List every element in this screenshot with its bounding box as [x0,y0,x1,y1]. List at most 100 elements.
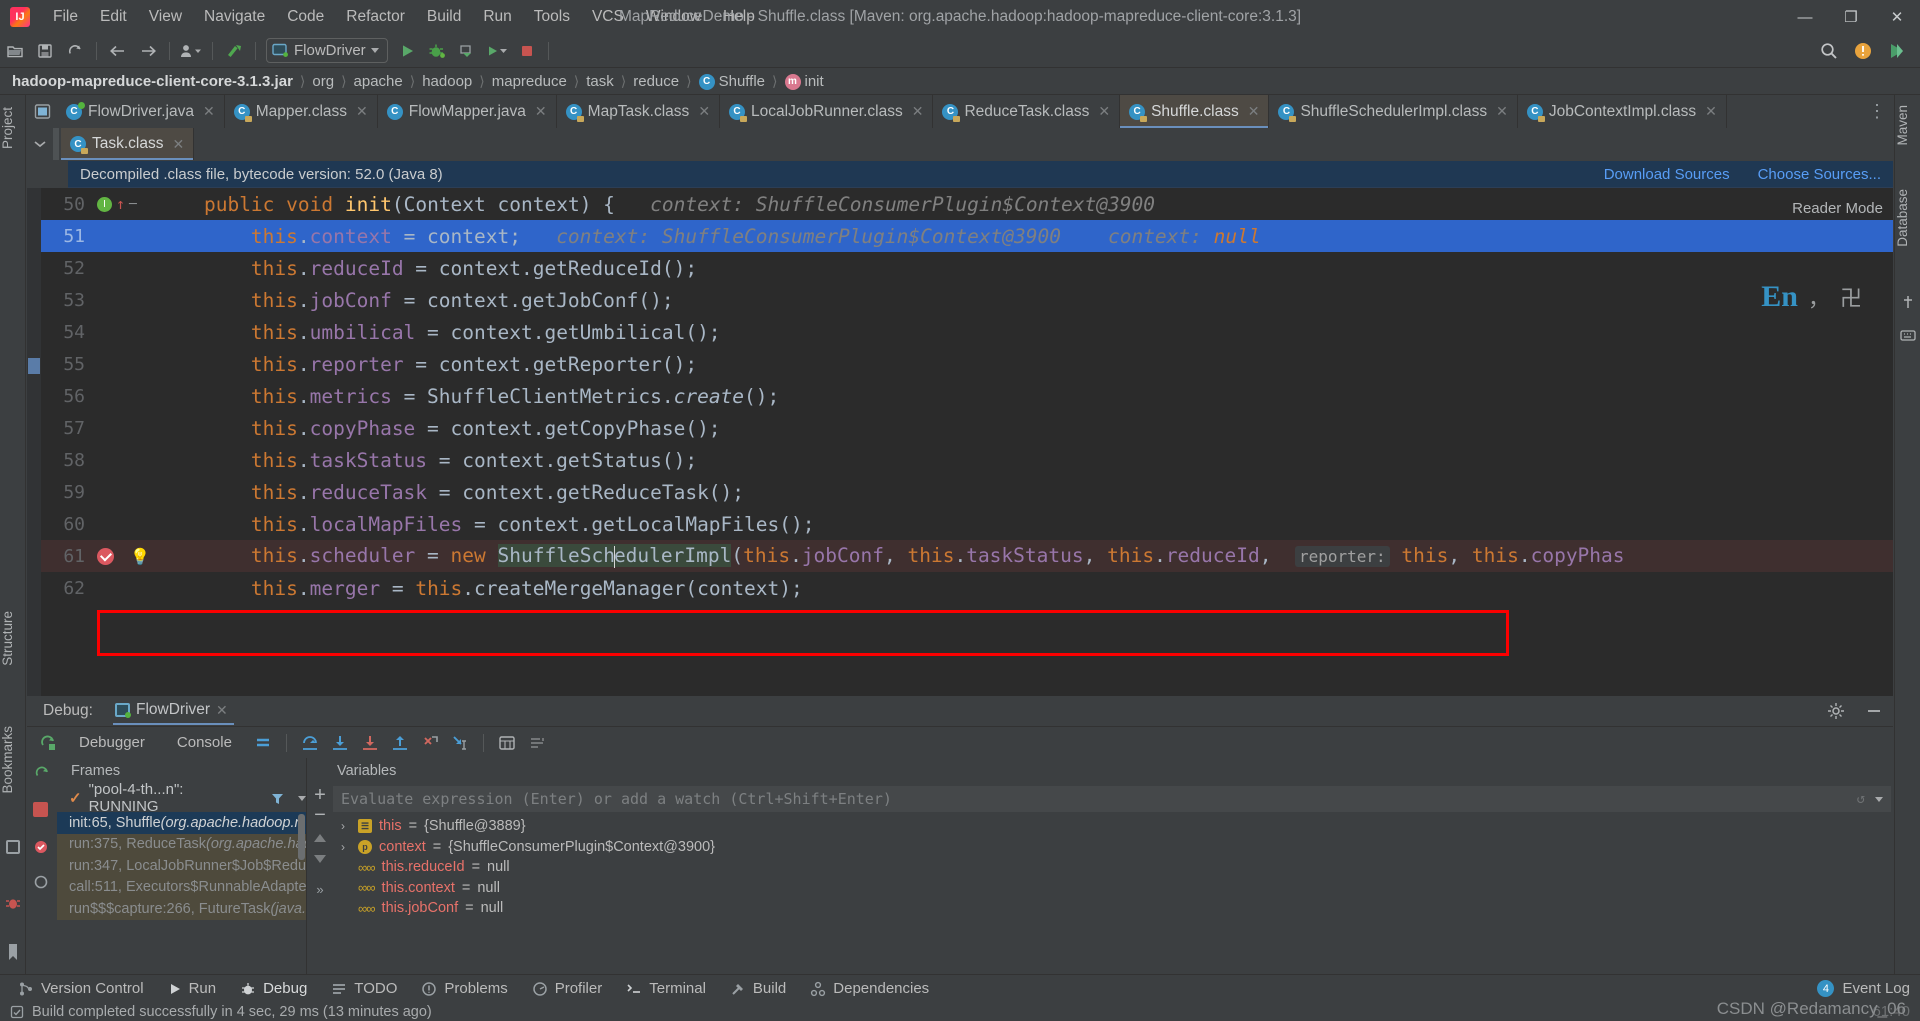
expand-chevron-icon[interactable]: › [341,840,351,854]
back-arrow-icon[interactable] [105,38,131,64]
breadcrumb-item-jar[interactable]: hadoop-mapreduce-client-core-3.1.3.jar [12,73,293,90]
force-step-into-icon[interactable] [357,731,383,755]
frames-scrollbar[interactable] [297,784,306,983]
fold-region-icon[interactable]: ─ [129,197,137,212]
close-tab-icon[interactable]: ✕ [203,103,215,120]
menu-item-code[interactable]: Code [276,4,335,30]
breadcrumb-item-apache[interactable]: apache [354,73,403,90]
close-tab-icon[interactable]: ✕ [1098,103,1110,120]
frame-list-item[interactable]: call:511, Executors$RunnableAdapter [57,876,306,898]
tab-flowdriver-java[interactable]: C FlowDriver.java ✕ [57,95,225,128]
open-project-icon[interactable] [2,38,28,64]
evaluate-expression-icon[interactable] [494,731,520,755]
tab-localjobrunner-class[interactable]: C LocalJobRunner.class ✕ [720,95,934,128]
debug-session-tab[interactable]: FlowDriver ✕ [111,697,236,725]
expand-more-icon[interactable]: » [316,882,323,897]
ime-symbol-icon[interactable]: 卍 [1840,281,1862,313]
menu-item-refactor[interactable]: Refactor [335,4,416,30]
frames-scrollbar-thumb[interactable] [298,814,305,860]
breadcrumb-item-org[interactable]: org [312,73,334,90]
menu-item-view[interactable]: View [138,4,193,30]
bottom-item-version-control[interactable]: Version Control [8,977,154,1000]
tab-maptask-class[interactable]: C MapTask.class ✕ [557,95,721,128]
maximize-button[interactable]: ❐ [1828,0,1874,34]
sync-icon[interactable] [62,38,88,64]
bottom-item-problems[interactable]: Problems [411,977,517,1000]
remove-watch-icon[interactable]: − [314,805,326,825]
variable-row[interactable]: ∞∞ this.context = null [333,878,1891,899]
minimize-panel-icon[interactable] [1861,699,1887,723]
chevron-down-icon[interactable] [27,128,53,160]
bottom-item-todo[interactable]: TODO [321,977,407,1000]
breadcrumb-item-reduce[interactable]: reduce [633,73,679,90]
sidebar-item-maven[interactable]: Maven [1895,99,1920,152]
breadcrumb-item-init[interactable]: m init [784,73,824,90]
sidebar-item-project[interactable]: Project [0,101,26,155]
chevron-down-icon[interactable] [1875,796,1883,802]
step-into-icon[interactable] [327,731,353,755]
download-sources-link[interactable]: Download Sources [1604,166,1730,183]
close-session-icon[interactable]: ✕ [216,702,228,719]
run-to-cursor-icon[interactable] [447,731,473,755]
profile-dropdown-icon[interactable] [178,38,204,64]
menu-item-tools[interactable]: Tools [523,4,581,30]
ide-helper-icon[interactable] [1884,38,1910,64]
bottom-item-dependencies[interactable]: Dependencies [800,977,939,1000]
tab-debugger[interactable]: Debugger [65,731,159,760]
save-all-icon[interactable] [32,38,58,64]
frame-list-item[interactable]: init:65, Shuffle (org.apache.hadoop.n [57,812,306,834]
expand-chevron-icon[interactable]: › [341,819,351,833]
breakpoint-icon[interactable] [97,547,114,565]
run-button[interactable] [394,38,420,64]
menu-item-file[interactable]: File [42,4,89,30]
bottom-item-debug[interactable]: Debug [230,977,317,1000]
bottom-item-profiler[interactable]: Profiler [522,977,613,1000]
ime-keyboard-icon[interactable] [1900,327,1916,343]
filter-funnel-icon[interactable] [270,791,285,806]
tab-reducetask-class[interactable]: C ReduceTask.class ✕ [933,95,1121,128]
restore-layout-icon[interactable] [33,764,51,782]
event-log-button[interactable]: Event Log [1842,980,1910,997]
breakpoints-stripe-icon[interactable] [6,840,20,854]
menu-item-vcs[interactable]: VCS [581,4,635,30]
history-icon[interactable]: ↺ [1857,791,1865,807]
search-everywhere-icon[interactable] [1816,38,1842,64]
tab-jobcontextimpl-class[interactable]: C JobContextImpl.class ✕ [1518,95,1727,128]
tab-console[interactable]: Console [163,731,246,754]
run-configuration-selector[interactable]: FlowDriver [266,38,388,63]
variable-row[interactable]: ∞∞ this.reduceId = null [333,857,1891,878]
evaluate-expression-input[interactable]: Evaluate expression (Enter) or add a wat… [333,786,1891,812]
bottom-item-build[interactable]: Build [720,977,796,1000]
step-out-icon[interactable] [387,731,413,755]
tab-shuffleschedulerimpl-class[interactable]: C ShuffleSchedulerImpl.class ✕ [1269,95,1518,128]
update-project-icon[interactable] [221,38,247,64]
sidebar-item-structure[interactable]: Structure [0,605,26,672]
thread-selector[interactable]: ✓ "pool-4-th...n": RUNNING [57,781,306,815]
sidebar-item-database[interactable]: Database [1895,183,1920,253]
code-editor[interactable]: Reader Mode 50 I ↑ ─ public void init(Co… [27,188,1893,696]
close-tab-icon[interactable]: ✕ [912,103,924,120]
variable-row[interactable]: ∞∞ this.jobConf = null [333,898,1891,919]
minimize-button[interactable]: — [1782,0,1828,34]
debug-button[interactable] [424,38,450,64]
stop-session-icon[interactable] [33,802,48,817]
drop-frame-icon[interactable] [417,731,443,755]
bottom-item-terminal[interactable]: Terminal [616,977,716,1000]
move-down-icon[interactable] [312,853,328,865]
threads-view-icon[interactable] [524,731,550,755]
close-tab-icon[interactable]: ✕ [1705,103,1717,120]
add-watch-icon[interactable]: + [314,785,326,805]
breadcrumb-item-shuffle[interactable]: C Shuffle [698,73,765,90]
tab-flowmapper-java[interactable]: C FlowMapper.java ✕ [378,95,557,128]
tab-mapper-class[interactable]: C Mapper.class ✕ [225,95,378,128]
close-tab-icon[interactable]: ✕ [1248,103,1260,120]
coverage-icon[interactable] [484,38,510,64]
ime-tool-icon[interactable] [1901,295,1915,309]
variable-row[interactable]: › ☰ this = {Shuffle@3889} [333,816,1891,837]
debug-stripe-icon[interactable] [4,895,22,913]
frame-list-item[interactable]: run$$$capture:266, FutureTask (java. [57,898,306,920]
close-tab-icon[interactable]: ✕ [535,103,547,120]
move-up-icon[interactable] [312,832,328,844]
line-gutter[interactable]: I ↑ ─ [93,195,147,213]
mute-breakpoints-icon[interactable] [250,731,276,755]
